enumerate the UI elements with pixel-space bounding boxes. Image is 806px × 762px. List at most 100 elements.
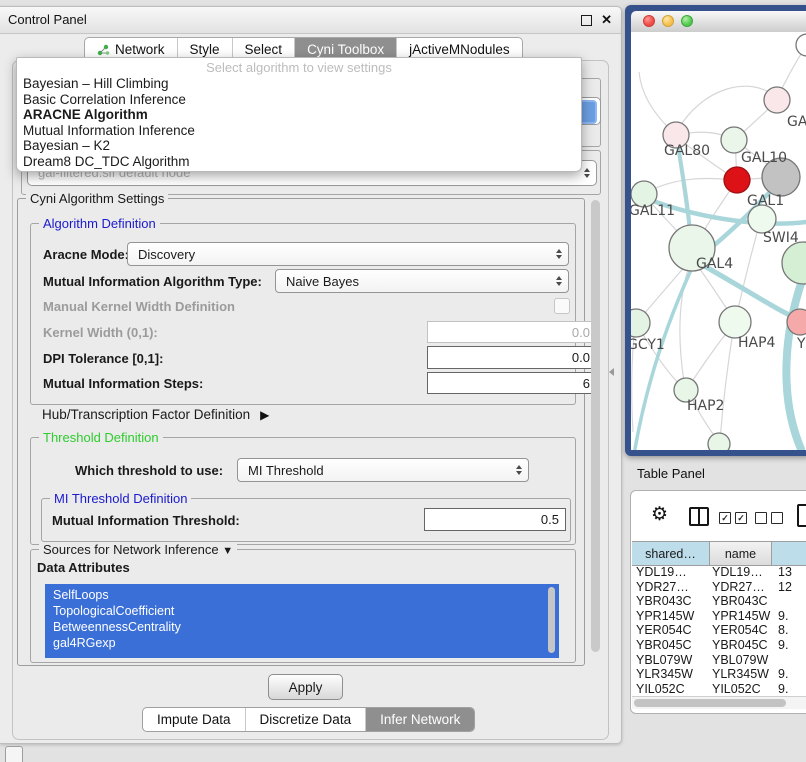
column-header-cut[interactable] (772, 542, 806, 565)
dropdown-option[interactable]: Bayesian – Hill Climbing (17, 76, 581, 92)
node-gal1[interactable] (724, 167, 750, 193)
dropdown-option-highlighted[interactable]: ARACNE Algorithm (17, 107, 581, 123)
cell[interactable]: 9. (776, 682, 788, 696)
cell[interactable]: YER054C (632, 623, 712, 638)
cell[interactable]: YBL079W (632, 653, 712, 668)
list-item[interactable]: TopologicalCoefficient (53, 603, 559, 619)
column-header-name[interactable]: name (710, 542, 772, 565)
cell[interactable]: YIL052C (712, 682, 776, 696)
export-table-icon[interactable] (797, 504, 806, 527)
mi-steps-input[interactable]: 6 (427, 372, 597, 394)
node-gcy1[interactable] (631, 309, 650, 337)
cell[interactable]: YPR145W (712, 609, 776, 624)
dropdown-option[interactable]: Bayesian – K2 (17, 138, 581, 154)
cell[interactable]: YPR145W (632, 609, 712, 624)
dropdown-option[interactable]: Basic Correlation Inference (17, 92, 581, 108)
list-item[interactable]: SelfLoops (53, 587, 559, 603)
data-attributes-list: SelfLoops TopologicalCoefficient Between… (45, 584, 559, 658)
cell[interactable]: 9. (776, 609, 788, 624)
table-horizontal-scrollbar[interactable] (632, 696, 806, 709)
cell[interactable]: 9. (776, 667, 788, 682)
cell[interactable]: YER054C (712, 623, 776, 638)
tab-impute-data[interactable]: Impute Data (143, 708, 245, 731)
hub-tf-definition-label: Hub/Transcription Factor Definition (42, 407, 250, 422)
list-item[interactable]: gal4RGexp (53, 635, 559, 651)
table-row[interactable]: YPR145WYPR145W9. (632, 609, 806, 624)
table-row[interactable]: YER054CYER054C8. (632, 623, 806, 638)
cell[interactable]: YIL052C (632, 682, 712, 696)
list-scrollbar[interactable] (548, 587, 555, 653)
node-gal-partial[interactable] (764, 87, 790, 113)
mi-threshold-input[interactable]: 0.5 (424, 508, 566, 531)
aracne-mode-combobox[interactable]: Discovery (127, 242, 569, 266)
mi-type-combobox[interactable]: Naive Bayes (275, 269, 569, 293)
cell[interactable]: YDL19… (712, 565, 776, 580)
algorithm-definition-group: Algorithm Definition Aracne Mode: Discov… (30, 223, 576, 405)
column-layout-icon[interactable] (689, 507, 709, 526)
select-all-icon[interactable]: ✓✓ (719, 512, 747, 524)
tab-infer-network[interactable]: Infer Network (365, 708, 474, 731)
gear-icon[interactable]: ⚙ (651, 502, 668, 528)
network-window-titlebar[interactable] (631, 11, 806, 32)
minimize-traffic-light[interactable] (662, 15, 674, 27)
cell[interactable] (776, 594, 778, 609)
node-unlabeled-right[interactable] (782, 242, 806, 284)
table-row[interactable]: YBL079WYBL079W (632, 653, 806, 668)
sources-title-text: Sources for Network Inference (43, 542, 219, 557)
network-canvas[interactable]: GAL GAL80 GAL10 GAL1 GAL11 SWI4 GAL4 GCY… (631, 32, 806, 450)
cell[interactable]: YDR27… (712, 580, 776, 595)
node-unlabeled-top[interactable] (796, 34, 806, 56)
hub-tf-definition-toggle[interactable]: Hub/Transcription Factor Definition ▶ (42, 407, 269, 422)
cell[interactable]: YBR045C (712, 638, 776, 653)
dropdown-option[interactable]: Dream8 DC_TDC Algorithm (17, 154, 581, 170)
table-row[interactable]: YDR27…YDR27…12 (632, 580, 806, 595)
cell[interactable]: YBR043C (632, 594, 712, 609)
node-salmon[interactable] (787, 309, 806, 335)
cell[interactable] (776, 653, 778, 668)
cell[interactable]: YDL19… (632, 565, 712, 580)
close-icon[interactable]: ✕ (601, 12, 612, 27)
float-window-icon[interactable] (581, 15, 592, 26)
tab-cyni-toolbox-label: Cyni Toolbox (307, 42, 384, 57)
cell[interactable]: YBR043C (712, 594, 776, 609)
table-row[interactable]: YBR043CYBR043C (632, 594, 806, 609)
table-row[interactable]: YIL052CYIL052C9. (632, 682, 806, 696)
collapsed-arrow-icon: ▶ (260, 408, 269, 422)
apply-button[interactable]: Apply (268, 674, 343, 700)
cell[interactable]: 8. (776, 623, 788, 638)
table-row[interactable]: YDL19…YDL19…13 (632, 565, 806, 580)
cell[interactable]: 9. (776, 638, 788, 653)
dropdown-option[interactable]: Mutual Information Inference (17, 123, 581, 139)
cell[interactable]: YLR345W (712, 667, 776, 682)
cell[interactable]: 12 (776, 580, 792, 595)
splitter-handle[interactable] (609, 368, 614, 376)
scrollbar-thumb[interactable] (634, 699, 786, 707)
aracne-mode-value: Discovery (138, 247, 195, 262)
cell[interactable]: YDR27… (632, 580, 712, 595)
cell[interactable]: 13 (776, 565, 792, 580)
close-traffic-light[interactable] (643, 15, 655, 27)
sources-group-title[interactable]: Sources for Network Inference ▼ (39, 542, 237, 557)
node-unlabeled-bottom[interactable] (708, 433, 730, 450)
cell[interactable]: YLR345W (632, 667, 712, 682)
sources-group: Sources for Network Inference ▼ Data Att… (30, 549, 576, 663)
table-row[interactable]: YBR045CYBR045C9. (632, 638, 806, 653)
tab-discretize-data[interactable]: Discretize Data (245, 708, 366, 731)
table-row[interactable]: YLR345WYLR345W9. (632, 667, 806, 682)
column-header-shared[interactable]: shared… (632, 542, 710, 565)
which-threshold-combobox[interactable]: MI Threshold (237, 458, 529, 482)
settings-scrollbar[interactable] (590, 198, 601, 664)
dpi-tolerance-input[interactable]: 0.0 (427, 346, 597, 369)
restore-panel-icon[interactable] (5, 746, 23, 762)
table-panel: ⚙ ✓✓ shared… name YDL19…YDL19…13 YDR27…Y… (630, 490, 806, 714)
cell[interactable]: YBR045C (632, 638, 712, 653)
tab-select-label: Select (245, 42, 283, 57)
node-swi4[interactable] (748, 205, 776, 233)
cell[interactable]: YBL079W (712, 653, 776, 668)
network-node-labels: GAL GAL80 GAL10 GAL1 GAL11 SWI4 GAL4 GCY… (631, 114, 806, 414)
scrollbar-thumb[interactable] (591, 200, 600, 652)
node-hap4[interactable] (719, 306, 751, 338)
list-item[interactable]: BetweennessCentrality (53, 619, 559, 635)
deselect-all-icon[interactable] (755, 512, 783, 524)
zoom-traffic-light[interactable] (681, 15, 693, 27)
